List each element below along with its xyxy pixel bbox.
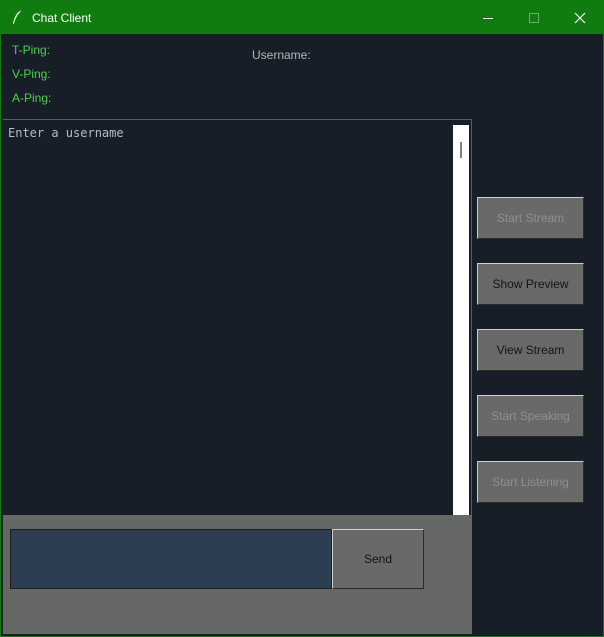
username-label: Username: (252, 48, 311, 62)
v-ping-label: V-Ping: (12, 67, 51, 81)
view-stream-button[interactable]: View Stream (477, 329, 584, 371)
start-listening-button[interactable]: Start Listening (477, 461, 584, 503)
minimize-button[interactable] (465, 1, 511, 34)
maximize-button[interactable] (511, 1, 557, 34)
close-icon (574, 12, 586, 24)
feather-icon (11, 9, 25, 25)
show-preview-button[interactable]: Show Preview (477, 263, 584, 305)
close-button[interactable] (557, 1, 603, 34)
window-title: Chat Client (32, 11, 92, 25)
start-stream-button[interactable]: Start Stream (477, 197, 584, 239)
chat-log[interactable]: Enter a username (3, 119, 472, 516)
chat-scrollbar[interactable] (453, 125, 469, 516)
scrollbar-thumb[interactable] (460, 142, 462, 158)
minimize-icon (483, 18, 493, 19)
start-speaking-button[interactable]: Start Speaking (477, 395, 584, 437)
maximize-icon (529, 13, 539, 23)
title-bar[interactable]: Chat Client (1, 1, 603, 34)
message-input[interactable] (10, 529, 332, 589)
chat-client-window: Chat Client T-Ping: V-Ping: A-Ping: User… (0, 0, 604, 637)
a-ping-label: A-Ping: (12, 91, 52, 105)
chat-log-text: Enter a username (8, 126, 124, 140)
send-button[interactable]: Send (332, 529, 424, 589)
t-ping-label: T-Ping: (12, 43, 51, 57)
message-panel: Send (3, 515, 472, 634)
